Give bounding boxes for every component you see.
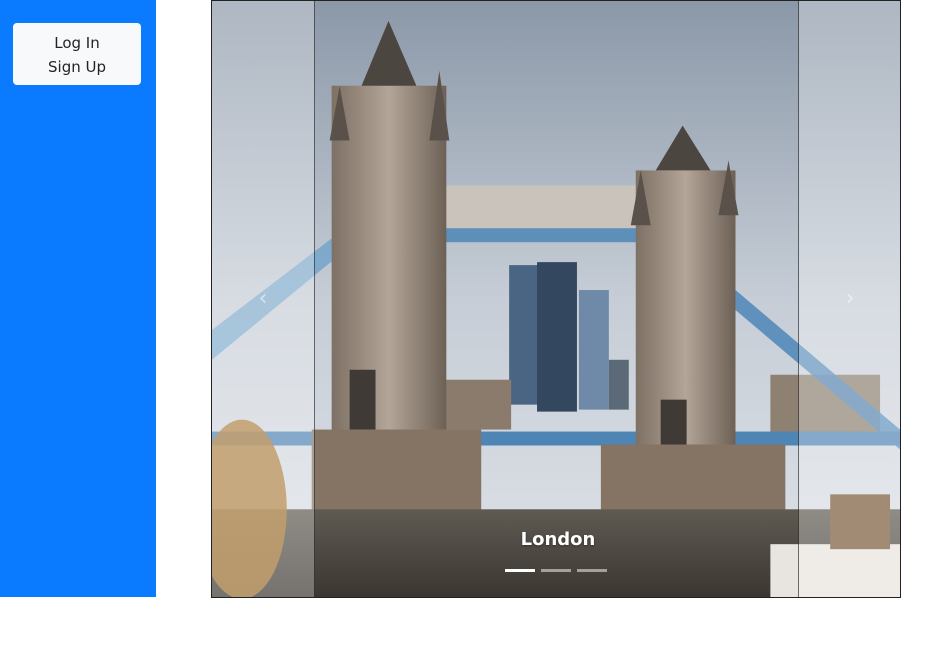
- chevron-right-icon: ›: [845, 286, 855, 311]
- auth-menu: Log In Sign Up: [13, 23, 141, 85]
- carousel-next-button[interactable]: ›: [798, 1, 900, 597]
- login-link[interactable]: Log In: [13, 31, 141, 55]
- image-carousel: ‹ › London: [211, 0, 901, 598]
- carousel-indicators: [505, 569, 607, 572]
- carousel-prev-button[interactable]: ‹: [212, 1, 315, 597]
- carousel-indicator-1[interactable]: [505, 569, 535, 572]
- slide-caption: London: [520, 529, 596, 550]
- chevron-left-icon: ‹: [258, 286, 268, 311]
- carousel-indicator-2[interactable]: [541, 569, 571, 572]
- carousel-indicator-3[interactable]: [577, 569, 607, 572]
- sidebar: Log In Sign Up: [0, 0, 156, 597]
- slide-image-tower-bridge: [212, 1, 900, 597]
- signup-link[interactable]: Sign Up: [13, 55, 141, 79]
